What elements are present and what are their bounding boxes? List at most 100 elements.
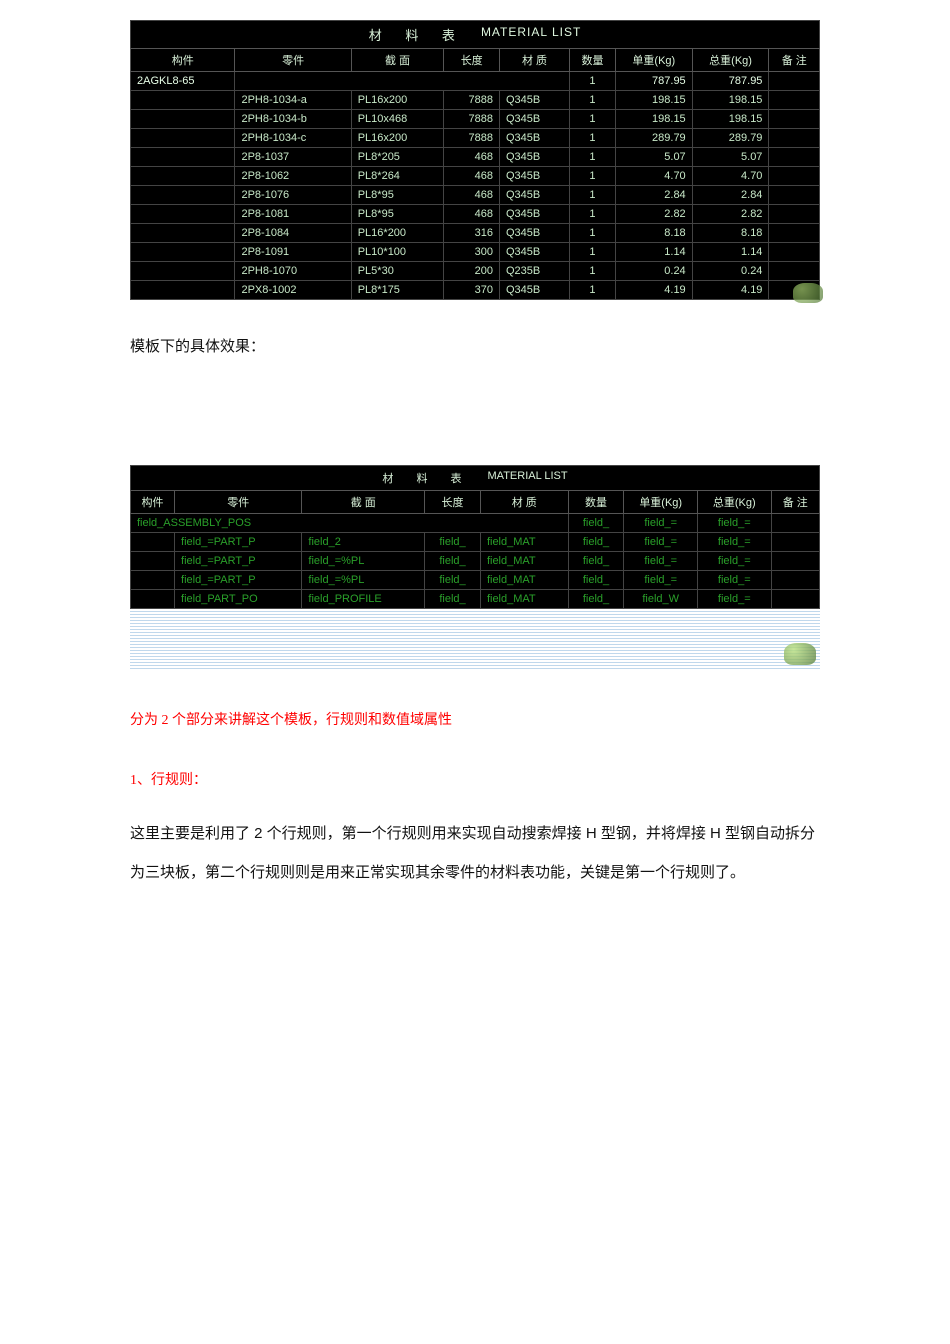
template-assembly-qty: field_ [568, 513, 624, 532]
cell-part: 2P8-1091 [235, 243, 351, 262]
cell-assembly [131, 186, 235, 205]
cell-part: 2PX8-1002 [235, 281, 351, 300]
cell-total: 289.79 [692, 129, 769, 148]
table-row: 2P8-1037PL8*205468Q345B15.075.07 [131, 148, 820, 167]
explanation-paragraph: 这里主要是利用了 2 个行规则，第一个行规则用来实现自动搜索焊接 H 型钢，并将… [130, 814, 820, 892]
template-title-cn: 材 料 表 [382, 470, 471, 486]
tcell-unit: field_W [624, 589, 698, 608]
cell-assembly [131, 91, 235, 110]
cell-unit: 289.79 [615, 129, 692, 148]
cell-length: 468 [444, 148, 500, 167]
col-total-weight: 总重(Kg) [692, 49, 769, 72]
col-length: 长度 [444, 49, 500, 72]
tcell-profile: field_PROFILE [302, 589, 425, 608]
cell-part: 2PH8-1034-a [235, 91, 351, 110]
tcell-length: field_ [425, 589, 481, 608]
template-header-row: 构件 零件 截 面 长度 材 质 数量 单重(Kg) 总重(Kg) 备 注 [131, 490, 820, 513]
cell-qty: 1 [570, 110, 616, 129]
cell-unit: 198.15 [615, 91, 692, 110]
tcell-remark [771, 532, 819, 551]
tcell-material: field_MAT [480, 532, 568, 551]
cell-qty: 1 [570, 262, 616, 281]
cell-assembly [131, 110, 235, 129]
tcell-profile: field_=%PL [302, 570, 425, 589]
cell-profile: PL8*175 [351, 281, 444, 300]
cell-material: Q345B [499, 148, 569, 167]
col-part: 零件 [235, 49, 351, 72]
cell-length: 316 [444, 224, 500, 243]
col-profile: 截 面 [351, 49, 444, 72]
cell-material: Q345B [499, 205, 569, 224]
table-row: 2PH8-1034-bPL10x4687888Q345B1198.15198.1… [131, 110, 820, 129]
section-heading-main: 分为 2 个部分来讲解这个模板，行规则和数值域属性 [130, 709, 820, 729]
col-unit-weight: 单重(Kg) [615, 49, 692, 72]
cell-length: 468 [444, 186, 500, 205]
cell-length: 7888 [444, 91, 500, 110]
cell-length: 7888 [444, 129, 500, 148]
cell-assembly [131, 243, 235, 262]
cell-profile: PL8*264 [351, 167, 444, 186]
section-heading-1: 1、行规则： [130, 769, 820, 789]
cell-unit: 198.15 [615, 110, 692, 129]
table-title-en: MATERIAL LIST [481, 25, 581, 44]
cell-material: Q235B [499, 262, 569, 281]
table-row: 2PH8-1070PL5*30200Q235B10.240.24 [131, 262, 820, 281]
cell-profile: PL5*30 [351, 262, 444, 281]
tcell-assembly [131, 589, 175, 608]
cell-remark [769, 148, 820, 167]
template-row: field_=PART_Pfield_=%PLfield_field_MATfi… [131, 570, 820, 589]
cell-qty: 1 [570, 148, 616, 167]
watermark-icon [793, 283, 823, 303]
cell-material: Q345B [499, 110, 569, 129]
assembly-total: 787.95 [692, 72, 769, 91]
cell-assembly [131, 205, 235, 224]
cell-unit: 8.18 [615, 224, 692, 243]
cell-remark [769, 129, 820, 148]
cell-remark [769, 243, 820, 262]
cell-unit: 4.70 [615, 167, 692, 186]
table-header-row: 构件 零件 截 面 长度 材 质 数量 单重(Kg) 总重(Kg) 备 注 [131, 49, 820, 72]
cell-profile: PL16x200 [351, 91, 444, 110]
col-remark: 备 注 [769, 49, 820, 72]
tcell-length: field_ [425, 551, 481, 570]
cell-profile: PL8*95 [351, 186, 444, 205]
tcol-unit-weight: 单重(Kg) [624, 490, 698, 513]
template-row: field_=PART_Pfield_=%PLfield_field_MATfi… [131, 551, 820, 570]
tcell-part: field_=PART_P [175, 532, 302, 551]
table-title-cn: 材 料 表 [369, 25, 465, 44]
cell-part: 2P8-1081 [235, 205, 351, 224]
cell-part: 2PH8-1034-c [235, 129, 351, 148]
template-title-en: MATERIAL LIST [488, 470, 568, 486]
cell-assembly [131, 129, 235, 148]
tcell-remark [771, 570, 819, 589]
cell-unit: 1.14 [615, 243, 692, 262]
cell-material: Q345B [499, 243, 569, 262]
assembly-unit: 787.95 [615, 72, 692, 91]
table-row: 2P8-1091PL10*100300Q345B11.141.14 [131, 243, 820, 262]
table-row: 2P8-1062PL8*264468Q345B14.704.70 [131, 167, 820, 186]
tcell-length: field_ [425, 532, 481, 551]
cell-qty: 1 [570, 224, 616, 243]
cell-qty: 1 [570, 243, 616, 262]
tcell-unit: field_= [624, 551, 698, 570]
tcell-qty: field_ [568, 532, 624, 551]
cell-part: 2PH8-1070 [235, 262, 351, 281]
cell-profile: PL10x468 [351, 110, 444, 129]
cell-material: Q345B [499, 129, 569, 148]
table-row: 2PH8-1034-aPL16x2007888Q345B1198.15198.1… [131, 91, 820, 110]
table-row: 2PX8-1002PL8*175370Q345B14.194.19 [131, 281, 820, 300]
tcol-remark: 备 注 [771, 490, 819, 513]
cell-qty: 1 [570, 281, 616, 300]
tcol-total-weight: 总重(Kg) [697, 490, 771, 513]
tcol-qty: 数量 [568, 490, 624, 513]
cell-total: 1.14 [692, 243, 769, 262]
tcell-qty: field_ [568, 570, 624, 589]
cell-length: 468 [444, 167, 500, 186]
cell-profile: PL10*100 [351, 243, 444, 262]
tcol-profile: 截 面 [302, 490, 425, 513]
assembly-qty: 1 [570, 72, 616, 91]
cell-remark [769, 110, 820, 129]
tcell-remark [771, 589, 819, 608]
cell-length: 300 [444, 243, 500, 262]
tcol-material: 材 质 [480, 490, 568, 513]
